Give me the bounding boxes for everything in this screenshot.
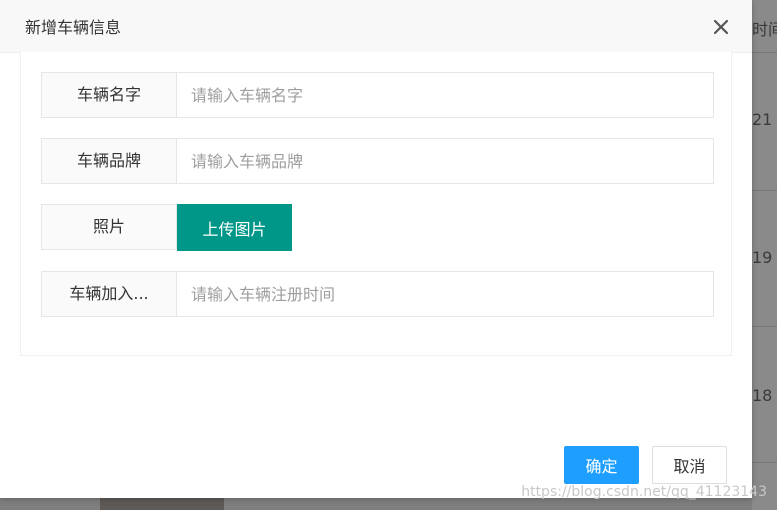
form-row-photo: 照片 上传图片 bbox=[41, 204, 713, 251]
vehicle-brand-label: 车辆品牌 bbox=[41, 138, 177, 184]
form-row-vehicle-name: 车辆名字 bbox=[41, 72, 714, 118]
background-row-divider bbox=[752, 190, 777, 191]
join-date-label: 车辆加入... bbox=[41, 271, 177, 317]
background-row-divider bbox=[752, 326, 777, 327]
watermark: https://blog.csdn.net/qq_41123143 bbox=[521, 484, 767, 500]
background-cell-value: 18 bbox=[752, 386, 773, 405]
photo-label: 照片 bbox=[41, 204, 177, 250]
dialog-title: 新增车辆信息 bbox=[25, 18, 122, 37]
form-row-join-date: 车辆加入... bbox=[41, 271, 714, 317]
vehicle-form: 车辆名字 车辆品牌 照片 上传图片 车辆加入... bbox=[20, 52, 732, 356]
background-cell-value: 21 bbox=[752, 110, 773, 129]
background-column-header: 时间 bbox=[752, 20, 777, 39]
background-cell-value: 19 bbox=[752, 248, 773, 267]
cancel-button[interactable]: 取消 bbox=[652, 446, 727, 484]
background-thumbnail bbox=[100, 498, 224, 510]
background-row-divider bbox=[752, 462, 777, 463]
form-row-vehicle-brand: 车辆品牌 bbox=[41, 138, 714, 184]
confirm-button[interactable]: 确定 bbox=[564, 446, 639, 484]
registration-date-input[interactable] bbox=[177, 271, 714, 317]
background-row-divider bbox=[752, 52, 777, 53]
add-vehicle-dialog: 新增车辆信息 车辆名字 车辆品牌 照片 上传图片 车辆加入... 确定 取消 bbox=[0, 0, 752, 498]
vehicle-name-input[interactable] bbox=[177, 72, 714, 118]
vehicle-brand-input[interactable] bbox=[177, 138, 714, 184]
dialog-header: 新增车辆信息 bbox=[0, 0, 752, 53]
vehicle-name-label: 车辆名字 bbox=[41, 72, 177, 118]
upload-image-button[interactable]: 上传图片 bbox=[177, 204, 292, 251]
close-icon[interactable] bbox=[710, 16, 732, 38]
